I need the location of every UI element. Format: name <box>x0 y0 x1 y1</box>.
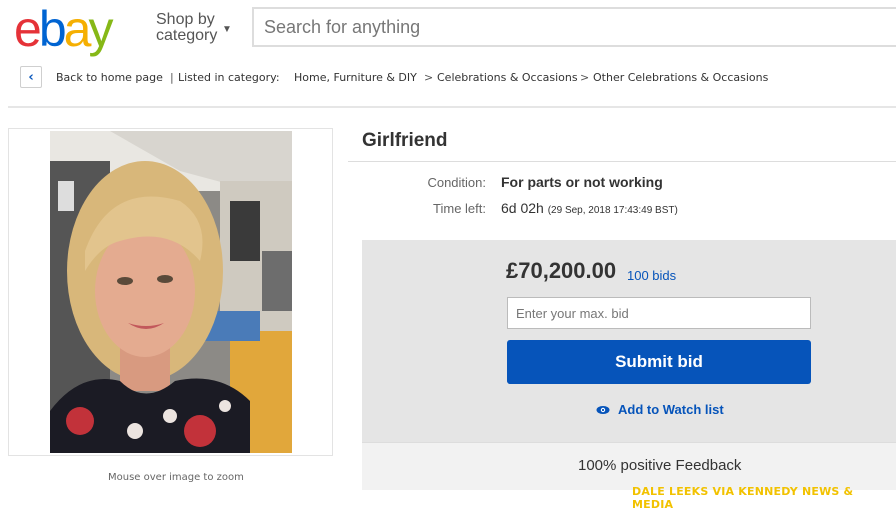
current-price: £70,200.00 <box>506 258 617 283</box>
logo-letter-a: a <box>63 1 92 57</box>
item-photo[interactable] <box>50 131 292 453</box>
category-link-home-furniture[interactable]: Home, Furniture & DIY <box>294 71 417 84</box>
bid-count-link[interactable]: 100 bids <box>627 268 676 283</box>
logo-letter-e: e <box>14 1 42 57</box>
shop-by-line1: Shop by <box>156 11 215 28</box>
header-divider <box>8 106 896 108</box>
breadcrumb-separator: | <box>170 71 174 84</box>
max-bid-box <box>507 297 826 329</box>
shop-by-category-button[interactable]: Shop by category ▼ <box>156 11 232 44</box>
title-divider <box>348 161 896 162</box>
add-to-watch-list-link[interactable]: Add to Watch list <box>596 402 724 417</box>
breadcrumb-arrow: > <box>424 71 434 84</box>
chevron-down-icon: ▼ <box>222 24 232 35</box>
category-link-celebrations[interactable]: Celebrations & Occasions <box>437 71 578 84</box>
breadcrumb: ‹ Back to home page | Listed in category… <box>20 64 890 92</box>
condition-value: For parts or not working <box>501 174 663 190</box>
time-left-value: 6d 02h <box>501 200 544 216</box>
max-bid-input[interactable] <box>508 298 826 328</box>
time-left-label: Time left: <box>433 201 486 216</box>
watch-label: Add to Watch list <box>618 402 724 417</box>
condition-label: Condition: <box>427 175 486 190</box>
category-link-other-celebrations[interactable]: Other Celebrations & Occasions <box>593 71 768 84</box>
chevron-left-icon: ‹ <box>28 69 34 85</box>
search-input[interactable] <box>254 9 896 45</box>
breadcrumb-arrow: > <box>580 71 590 84</box>
zoom-note: Mouse over image to zoom <box>108 472 244 483</box>
seller-feedback[interactable]: 100% positive Feedback <box>578 457 741 474</box>
eye-icon <box>596 405 610 414</box>
submit-bid-button[interactable]: Submit bid <box>507 340 811 384</box>
logo-letter-b: b <box>38 1 67 57</box>
logo-letter-y: y <box>88 1 113 57</box>
search-box <box>252 7 896 47</box>
item-title: Girlfriend <box>362 130 448 151</box>
back-button[interactable]: ‹ <box>20 66 42 88</box>
shop-by-line2: category <box>156 27 218 44</box>
listed-in-label: Listed in category: <box>178 71 280 84</box>
ebay-logo[interactable]: ebay <box>14 1 113 57</box>
time-left-detail: (29 Sep, 2018 17:43:49 BST) <box>547 205 678 216</box>
photo-credit: DALE LEEKS VIA KENNEDY NEWS & MEDIA <box>632 485 854 511</box>
back-to-home-link[interactable]: Back to home page <box>56 71 163 84</box>
time-left-row: 6d 02h (29 Sep, 2018 17:43:49 BST) <box>501 200 678 216</box>
